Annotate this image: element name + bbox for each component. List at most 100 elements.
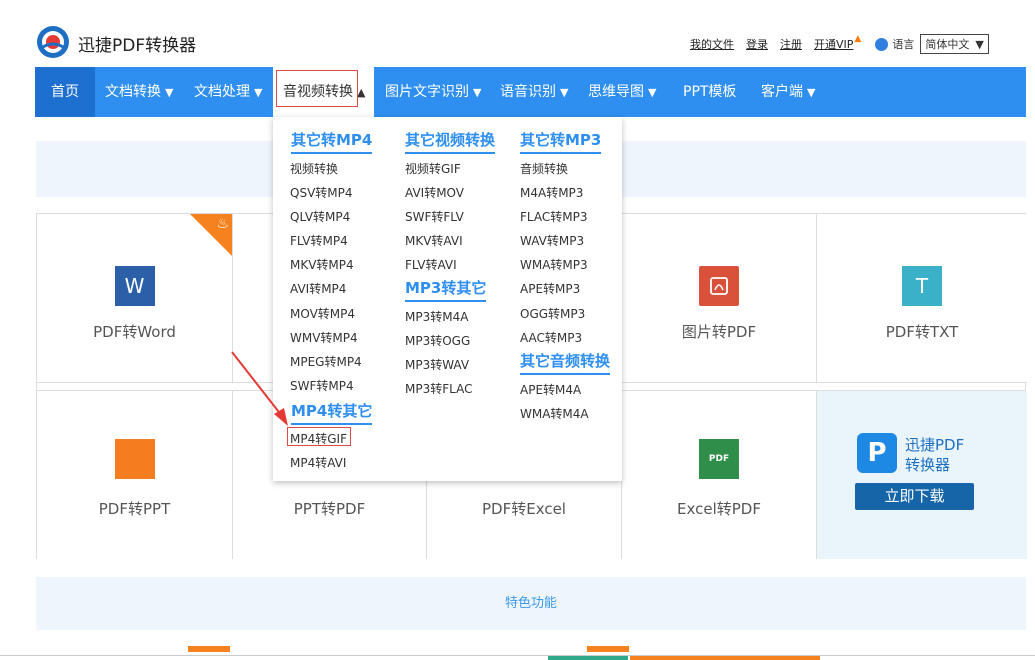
- menu-item[interactable]: AVI转MOV: [405, 184, 464, 201]
- nav-item-doc-process[interactable]: 文档处理 ▼: [194, 67, 262, 117]
- caret-up-icon: ▲: [357, 86, 366, 99]
- nav-item-ppt-template[interactable]: PPT模板: [683, 67, 736, 117]
- menu-item[interactable]: MP3转FLAC: [405, 380, 472, 397]
- app-title: 迅捷PDF转换器: [78, 36, 197, 56]
- menu-item[interactable]: WMA转MP3: [520, 256, 588, 273]
- menu-item[interactable]: APE转MP3: [520, 280, 580, 297]
- card-label: PDF转TXT: [885, 323, 959, 341]
- nav-item-mindmap[interactable]: 思维导图 ▼: [588, 67, 656, 117]
- menu-item[interactable]: APE转M4A: [520, 381, 581, 398]
- col-head: 其它转MP4: [291, 129, 373, 154]
- pdf-image-icon: [699, 266, 739, 306]
- nav-item-client[interactable]: 客户端 ▼: [761, 67, 815, 117]
- flame-icon: ♨: [216, 216, 229, 232]
- chevron-down-icon: ▼: [975, 37, 984, 51]
- word-icon: W: [114, 266, 155, 306]
- menu-item[interactable]: OGG转MP3: [520, 305, 585, 322]
- register-link[interactable]: 注册: [780, 36, 802, 52]
- app-logo-icon[interactable]: [36, 25, 70, 59]
- menu-item[interactable]: MP3转M4A: [405, 308, 468, 325]
- menu-item[interactable]: M4A转MP3: [520, 184, 583, 201]
- menu-item[interactable]: SWF转FLV: [405, 208, 464, 225]
- col-head: 其它音频转换: [520, 350, 611, 375]
- nav-label: 语音识别: [500, 84, 556, 100]
- card-label: PDF转Excel: [482, 500, 566, 518]
- feature-band: 特色功能: [36, 577, 1026, 630]
- top-links: 我的文件 登录 注册 开通VIP ▲ 语言 简体中文 ▼: [690, 34, 989, 54]
- menu-item[interactable]: AVI转MP4: [290, 280, 346, 297]
- menu-item-mp4-to-gif[interactable]: MP4转GIF: [290, 430, 347, 447]
- menu-item[interactable]: WAV转MP3: [520, 232, 584, 249]
- decor-bar: [587, 646, 629, 652]
- nav-label: PPT模板: [683, 84, 737, 100]
- nav-label: 首页: [51, 84, 79, 100]
- menu-item[interactable]: FLV转AVI: [405, 256, 457, 273]
- download-now-button[interactable]: 立即下载: [855, 483, 974, 510]
- caret-down-icon: ▼: [648, 86, 657, 99]
- card-image-to-pdf[interactable]: 图片转PDF: [622, 214, 817, 383]
- download-card: P 迅捷PDF 转换器 立即下载: [817, 391, 1027, 559]
- download-title: 迅捷PDF 转换器: [905, 435, 964, 475]
- menu-item[interactable]: MOV转MP4: [290, 305, 355, 322]
- menu-item[interactable]: AAC转MP3: [520, 329, 582, 346]
- download-title-line2: 转换器: [905, 456, 951, 474]
- nav-item-ocr[interactable]: 图片文字识别 ▼: [385, 67, 481, 117]
- caret-down-icon: ▼: [254, 86, 263, 99]
- menu-item[interactable]: QSV转MP4: [290, 184, 353, 201]
- col-head: 其它转MP3: [520, 129, 602, 154]
- card-label: PDF转PPT: [98, 500, 171, 518]
- menu-item[interactable]: MP3转WAV: [405, 356, 469, 373]
- main-nav: 首页 文档转换 ▼ 文档处理 ▼ 音视频转换 ▲ 图片文字识别 ▼ 语音识别 ▼ 思维导图…: [35, 67, 1026, 117]
- menu-item[interactable]: FLV转MP4: [290, 232, 348, 249]
- nav-item-av-convert[interactable]: 音视频转换 ▲: [273, 67, 374, 117]
- decor-bar: [188, 646, 230, 652]
- download-title-line1: 迅捷PDF: [905, 436, 965, 454]
- menu-item[interactable]: 视频转换: [290, 160, 338, 177]
- flame-icon: ▲: [854, 34, 862, 44]
- card-pdf-to-ppt[interactable]: PDF转PPT: [37, 391, 233, 559]
- decor-bar: [548, 656, 628, 660]
- card-label: PPT转PDF: [293, 500, 366, 518]
- nav-label: 图片文字识别: [385, 84, 469, 100]
- card-label: Excel转PDF: [677, 500, 761, 518]
- menu-item[interactable]: 视频转GIF: [405, 160, 461, 177]
- caret-down-icon: ▼: [560, 86, 569, 99]
- menu-item[interactable]: WMA转M4A: [520, 405, 589, 422]
- menu-item[interactable]: MPEG转MP4: [290, 353, 362, 370]
- menu-item[interactable]: WMV转MP4: [290, 329, 358, 346]
- col-head: MP4转其它: [291, 400, 373, 425]
- nav-item-doc-convert[interactable]: 文档转换 ▼: [105, 67, 173, 117]
- language-select[interactable]: 简体中文 ▼: [920, 34, 989, 54]
- menu-item[interactable]: MP4转AVI: [290, 454, 346, 471]
- txt-icon: T: [902, 266, 942, 306]
- my-files-link[interactable]: 我的文件: [690, 36, 734, 52]
- caret-down-icon: ▼: [473, 86, 482, 99]
- nav-item-speech[interactable]: 语音识别 ▼: [500, 67, 568, 117]
- menu-item[interactable]: QLV转MP4: [290, 208, 350, 225]
- globe-icon: [875, 37, 889, 51]
- col-head: 其它视频转换: [405, 129, 496, 154]
- av-convert-dropdown: 其它转MP4 视频转换 QSV转MP4 QLV转MP4 FLV转MP4 MKV转…: [273, 117, 622, 481]
- nav-item-home[interactable]: 首页: [35, 67, 95, 117]
- nav-label: 音视频转换: [283, 84, 353, 100]
- decor-bar: [630, 656, 820, 660]
- vip-link[interactable]: 开通VIP: [814, 36, 853, 52]
- menu-item[interactable]: MKV转AVI: [405, 232, 463, 249]
- login-link[interactable]: 登录: [746, 36, 768, 52]
- card-pdf-to-word[interactable]: ♨ W PDF转Word: [37, 214, 233, 383]
- card-pdf-to-txt[interactable]: T PDF转TXT: [817, 214, 1027, 383]
- nav-label: 客户端: [761, 84, 803, 100]
- col-head: MP3转其它: [405, 277, 487, 302]
- card-label: 图片转PDF: [681, 323, 757, 341]
- menu-item[interactable]: MP3转OGG: [405, 332, 470, 349]
- menu-item[interactable]: SWF转MP4: [290, 377, 354, 394]
- nav-label: 文档处理: [194, 84, 250, 100]
- menu-item[interactable]: MKV转MP4: [290, 256, 354, 273]
- divider: [0, 655, 1035, 656]
- ppt-icon: [114, 439, 155, 479]
- card-excel-to-pdf[interactable]: PDF Excel转PDF: [622, 391, 817, 559]
- nav-label: 文档转换: [105, 84, 161, 100]
- menu-item[interactable]: FLAC转MP3: [520, 208, 587, 225]
- menu-item[interactable]: 音频转换: [520, 160, 568, 177]
- header: 迅捷PDF转换器 我的文件 登录 注册 开通VIP ▲ 语言 简体中文 ▼: [0, 0, 1035, 67]
